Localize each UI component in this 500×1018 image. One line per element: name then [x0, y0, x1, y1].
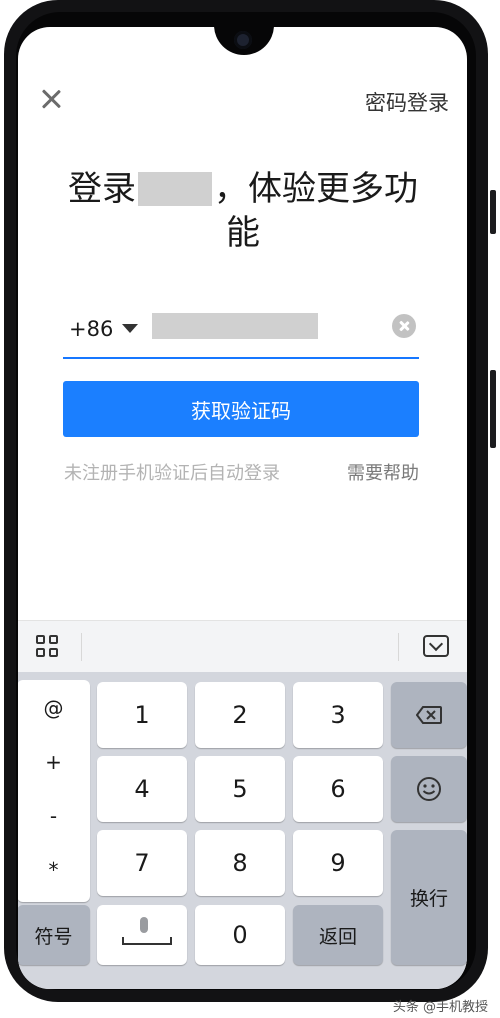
page-title: 登录 ，体验更多功能 — [58, 167, 428, 255]
phone-frame: 密码登录 登录 ，体验更多功能 +86 获取验证码 未注册手机验证后自动登录 需要… — [0, 0, 500, 1006]
key-6[interactable]: 6 — [293, 756, 383, 822]
notch — [214, 27, 274, 55]
phone-input-row: +86 — [63, 309, 419, 359]
close-icon[interactable] — [40, 87, 64, 111]
auto-login-hint: 未注册手机验证后自动登录 — [64, 463, 280, 484]
grid-icon[interactable] — [36, 635, 60, 659]
key-1[interactable]: 1 — [97, 682, 187, 748]
toolbar-divider — [398, 633, 399, 661]
key-2[interactable]: 2 — [195, 682, 285, 748]
watermark: 头条 @手机教授 — [392, 1000, 488, 1015]
key-4[interactable]: 4 — [97, 756, 187, 822]
title-suffix: ，体验更多功能 — [214, 169, 418, 253]
key-7[interactable]: 7 — [97, 830, 187, 896]
power-button — [490, 370, 496, 448]
country-code[interactable]: +86 — [69, 317, 113, 341]
backspace-key[interactable] — [391, 682, 467, 748]
enter-key[interactable]: 换行 — [391, 830, 467, 965]
front-camera-icon — [234, 31, 252, 49]
phone-number-input[interactable] — [152, 313, 318, 339]
keyboard-hide-icon[interactable] — [423, 635, 449, 657]
key-plus[interactable]: + — [18, 750, 90, 774]
key-5[interactable]: 5 — [195, 756, 285, 822]
symbol-column: @ + - * — [18, 680, 90, 902]
numeric-keyboard: @ + - * 1 2 3 4 5 6 7 8 9 符号 0 返回 换行 — [18, 672, 467, 989]
back-key[interactable]: 返回 — [293, 905, 383, 965]
space-bar-icon — [122, 937, 172, 945]
keyboard-toolbar — [18, 620, 467, 673]
backspace-icon — [416, 706, 442, 724]
screen: 密码登录 登录 ，体验更多功能 +86 获取验证码 未注册手机验证后自动登录 需要… — [18, 27, 467, 989]
volume-button — [490, 190, 496, 234]
key-asterisk[interactable]: * — [18, 858, 90, 882]
key-0[interactable]: 0 — [195, 905, 285, 965]
microphone-icon — [140, 917, 148, 933]
clear-icon[interactable] — [392, 314, 416, 338]
title-prefix: 登录 — [68, 169, 136, 209]
space-key[interactable] — [97, 905, 187, 965]
redacted-app-name — [138, 172, 212, 206]
password-login-link[interactable]: 密码登录 — [365, 87, 449, 117]
key-at[interactable]: @ — [18, 696, 90, 720]
toolbar-divider — [81, 633, 82, 661]
key-9[interactable]: 9 — [293, 830, 383, 896]
symbol-key[interactable]: 符号 — [18, 905, 90, 965]
emoji-icon — [417, 777, 441, 801]
key-8[interactable]: 8 — [195, 830, 285, 896]
help-link[interactable]: 需要帮助 — [347, 459, 419, 485]
key-minus[interactable]: - — [18, 804, 90, 828]
key-3[interactable]: 3 — [293, 682, 383, 748]
chevron-down-icon[interactable] — [122, 324, 138, 333]
get-code-button[interactable]: 获取验证码 — [63, 381, 419, 437]
emoji-key[interactable] — [391, 756, 467, 822]
